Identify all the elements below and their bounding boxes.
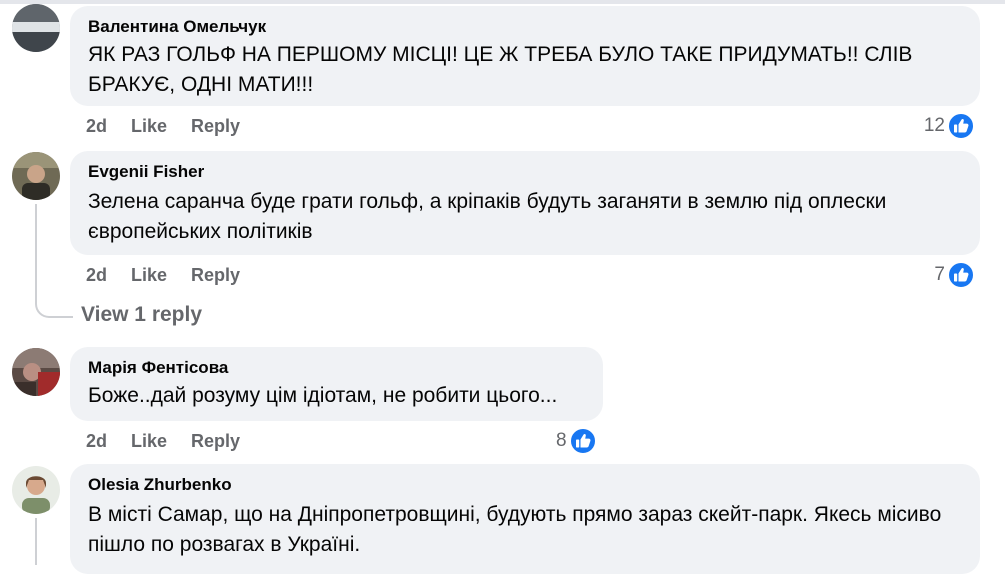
like-reaction-icon	[947, 112, 975, 140]
comment-author[interactable]: Марія Фентісова	[88, 357, 585, 379]
comment-text: Боже..дай розуму цім ідіотам, не робити …	[88, 384, 558, 407]
like-button[interactable]: Like	[131, 116, 167, 137]
comment-author[interactable]: Evgenii Fisher	[88, 161, 962, 183]
like-reaction-icon	[568, 427, 597, 455]
comment-bubble: Evgenii Fisher Зелена саранча буде грати…	[70, 151, 980, 255]
comment-timestamp[interactable]: 2d	[86, 116, 107, 137]
view-replies-link[interactable]: View 1 reply	[81, 303, 202, 327]
comment-actions: 2d Like Reply	[86, 262, 240, 288]
reaction-count[interactable]: 12	[924, 112, 975, 140]
reaction-count-value: 7	[934, 264, 945, 285]
thread-connector	[35, 296, 73, 318]
like-button[interactable]: Like	[131, 265, 167, 286]
reaction-count-value: 12	[923, 115, 945, 136]
comment-timestamp[interactable]: 2d	[86, 431, 107, 452]
thread-connector	[35, 518, 37, 565]
reply-button[interactable]: Reply	[191, 265, 240, 286]
reaction-count[interactable]: 8	[556, 427, 597, 455]
reply-button[interactable]: Reply	[191, 431, 240, 452]
avatar[interactable]	[12, 466, 60, 514]
avatar[interactable]	[12, 152, 60, 200]
comment-text: ЯК РАЗ ГОЛЬФ НА ПЕРШОМУ МІСЦІ! ЦЕ Ж ТРЕБ…	[88, 43, 913, 96]
reaction-count-value: 8	[556, 430, 567, 451]
comment-bubble: Марія Фентісова Боже..дай розуму цім іді…	[70, 347, 603, 421]
reaction-count[interactable]: 7	[934, 261, 975, 289]
comment-actions: 2d Like Reply	[86, 428, 240, 454]
avatar[interactable]	[12, 4, 60, 52]
like-reaction-icon	[947, 261, 975, 289]
avatar[interactable]	[12, 348, 60, 396]
comment-text: Зелена саранча буде грати гольф, а кріпа…	[88, 190, 887, 243]
comment-author[interactable]: Валентина Омельчук	[88, 16, 962, 38]
comment-actions: 2d Like Reply	[86, 113, 240, 139]
comment-timestamp[interactable]: 2d	[86, 265, 107, 286]
comment-text: В місті Самар, що на Дніпропетровщині, б…	[88, 503, 942, 556]
comment-author[interactable]: Olesia Zhurbenko	[88, 474, 962, 496]
top-divider	[0, 0, 1005, 4]
comment-bubble: Валентина Омельчук ЯК РАЗ ГОЛЬФ НА ПЕРШО…	[70, 6, 980, 106]
comment-bubble: Olesia Zhurbenko В місті Самар, що на Дн…	[70, 464, 980, 574]
like-button[interactable]: Like	[131, 431, 167, 452]
thread-connector	[35, 204, 37, 296]
reply-button[interactable]: Reply	[191, 116, 240, 137]
